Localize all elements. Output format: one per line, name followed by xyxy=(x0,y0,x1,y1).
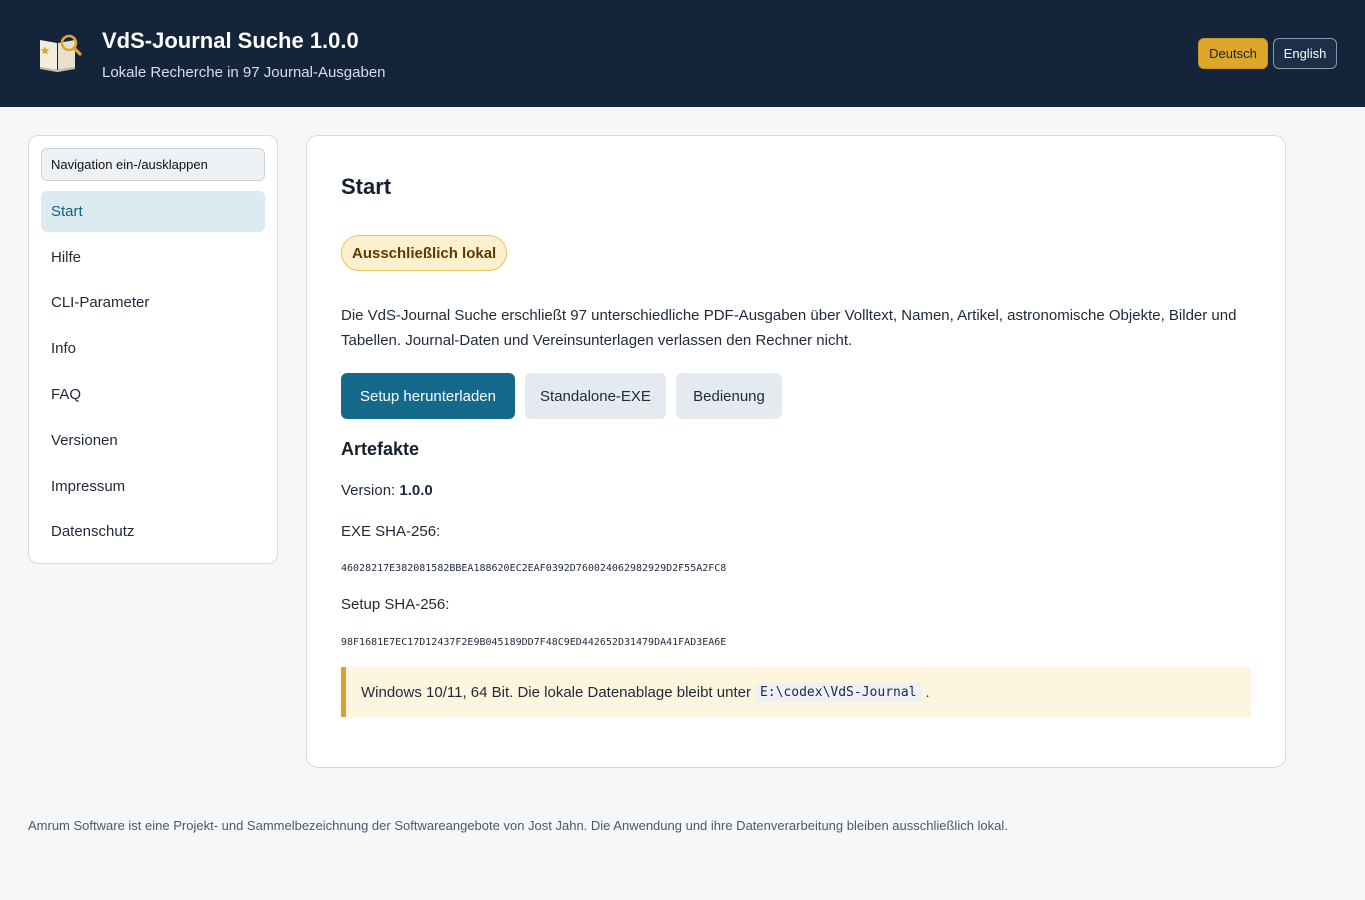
system-note: Windows 10/11, 64 Bit. Die lokale Datena… xyxy=(341,667,1251,717)
version-line: Version: 1.0.0 xyxy=(341,482,433,499)
standalone-exe-button[interactable]: Standalone-EXE xyxy=(525,373,666,419)
artifacts-heading: Artefakte xyxy=(341,439,420,459)
main-content-card: Start Ausschließlich lokal Die VdS-Journ… xyxy=(306,135,1286,768)
exe-hash-label: EXE SHA-256: xyxy=(341,523,441,540)
page-title: Start xyxy=(341,174,392,199)
language-german-button[interactable]: Deutsch xyxy=(1198,38,1268,69)
intro-paragraph: Die VdS-Journal Suche erschließt 97 unte… xyxy=(341,307,1237,349)
sidebar-item-hilfe[interactable]: Hilfe xyxy=(41,237,265,278)
app-header: VdS-Journal Suche 1.0.0 Lokale Recherche… xyxy=(0,0,1365,107)
sidebar-item-impressum[interactable]: Impressum xyxy=(41,466,265,507)
language-english-button[interactable]: English xyxy=(1273,38,1337,69)
sidebar-item-cli-parameter[interactable]: CLI-Parameter xyxy=(41,282,265,323)
system-note-suffix: . xyxy=(925,683,930,701)
exe-hash-value: 46028217E382081582BBEA188620EC2EAF0392D7… xyxy=(341,563,727,574)
local-only-badge: Ausschließlich lokal xyxy=(341,235,508,271)
bedienung-button[interactable]: Bedienung xyxy=(676,373,782,419)
sidebar-item-versionen[interactable]: Versionen xyxy=(41,420,265,461)
setup-hash-label: Setup SHA-256: xyxy=(341,596,450,613)
version-value: 1.0.0 xyxy=(399,482,433,499)
sidebar-item-faq[interactable]: FAQ xyxy=(41,374,265,415)
sidebar: Navigation ein-/ausklappen Start Hilfe C… xyxy=(28,135,278,564)
app-title: VdS-Journal Suche 1.0.0 xyxy=(102,28,359,53)
sidebar-item-datenschutz[interactable]: Datenschutz xyxy=(41,511,265,552)
setup-hash-value: 98F1681E7EC17D12437F2E9B045189DD7F48C9ED… xyxy=(341,637,727,648)
app-subtitle: Lokale Recherche in 97 Journal-Ausgaben xyxy=(102,64,386,81)
footer-text: Amrum Software ist eine Projekt- und Sam… xyxy=(28,818,1008,833)
system-note-text: Windows 10/11, 64 Bit. Die lokale Datena… xyxy=(361,683,751,701)
setup-download-button[interactable]: Setup herunterladen xyxy=(341,373,515,419)
data-path-code: E:\codex\VdS-Journal xyxy=(754,682,922,702)
navigation-toggle-button[interactable]: Navigation ein-/ausklappen xyxy=(41,148,265,181)
version-label: Version: xyxy=(341,482,396,499)
book-search-logo-icon xyxy=(36,32,82,74)
sidebar-item-start[interactable]: Start xyxy=(41,191,265,232)
sidebar-item-info[interactable]: Info xyxy=(41,328,265,369)
